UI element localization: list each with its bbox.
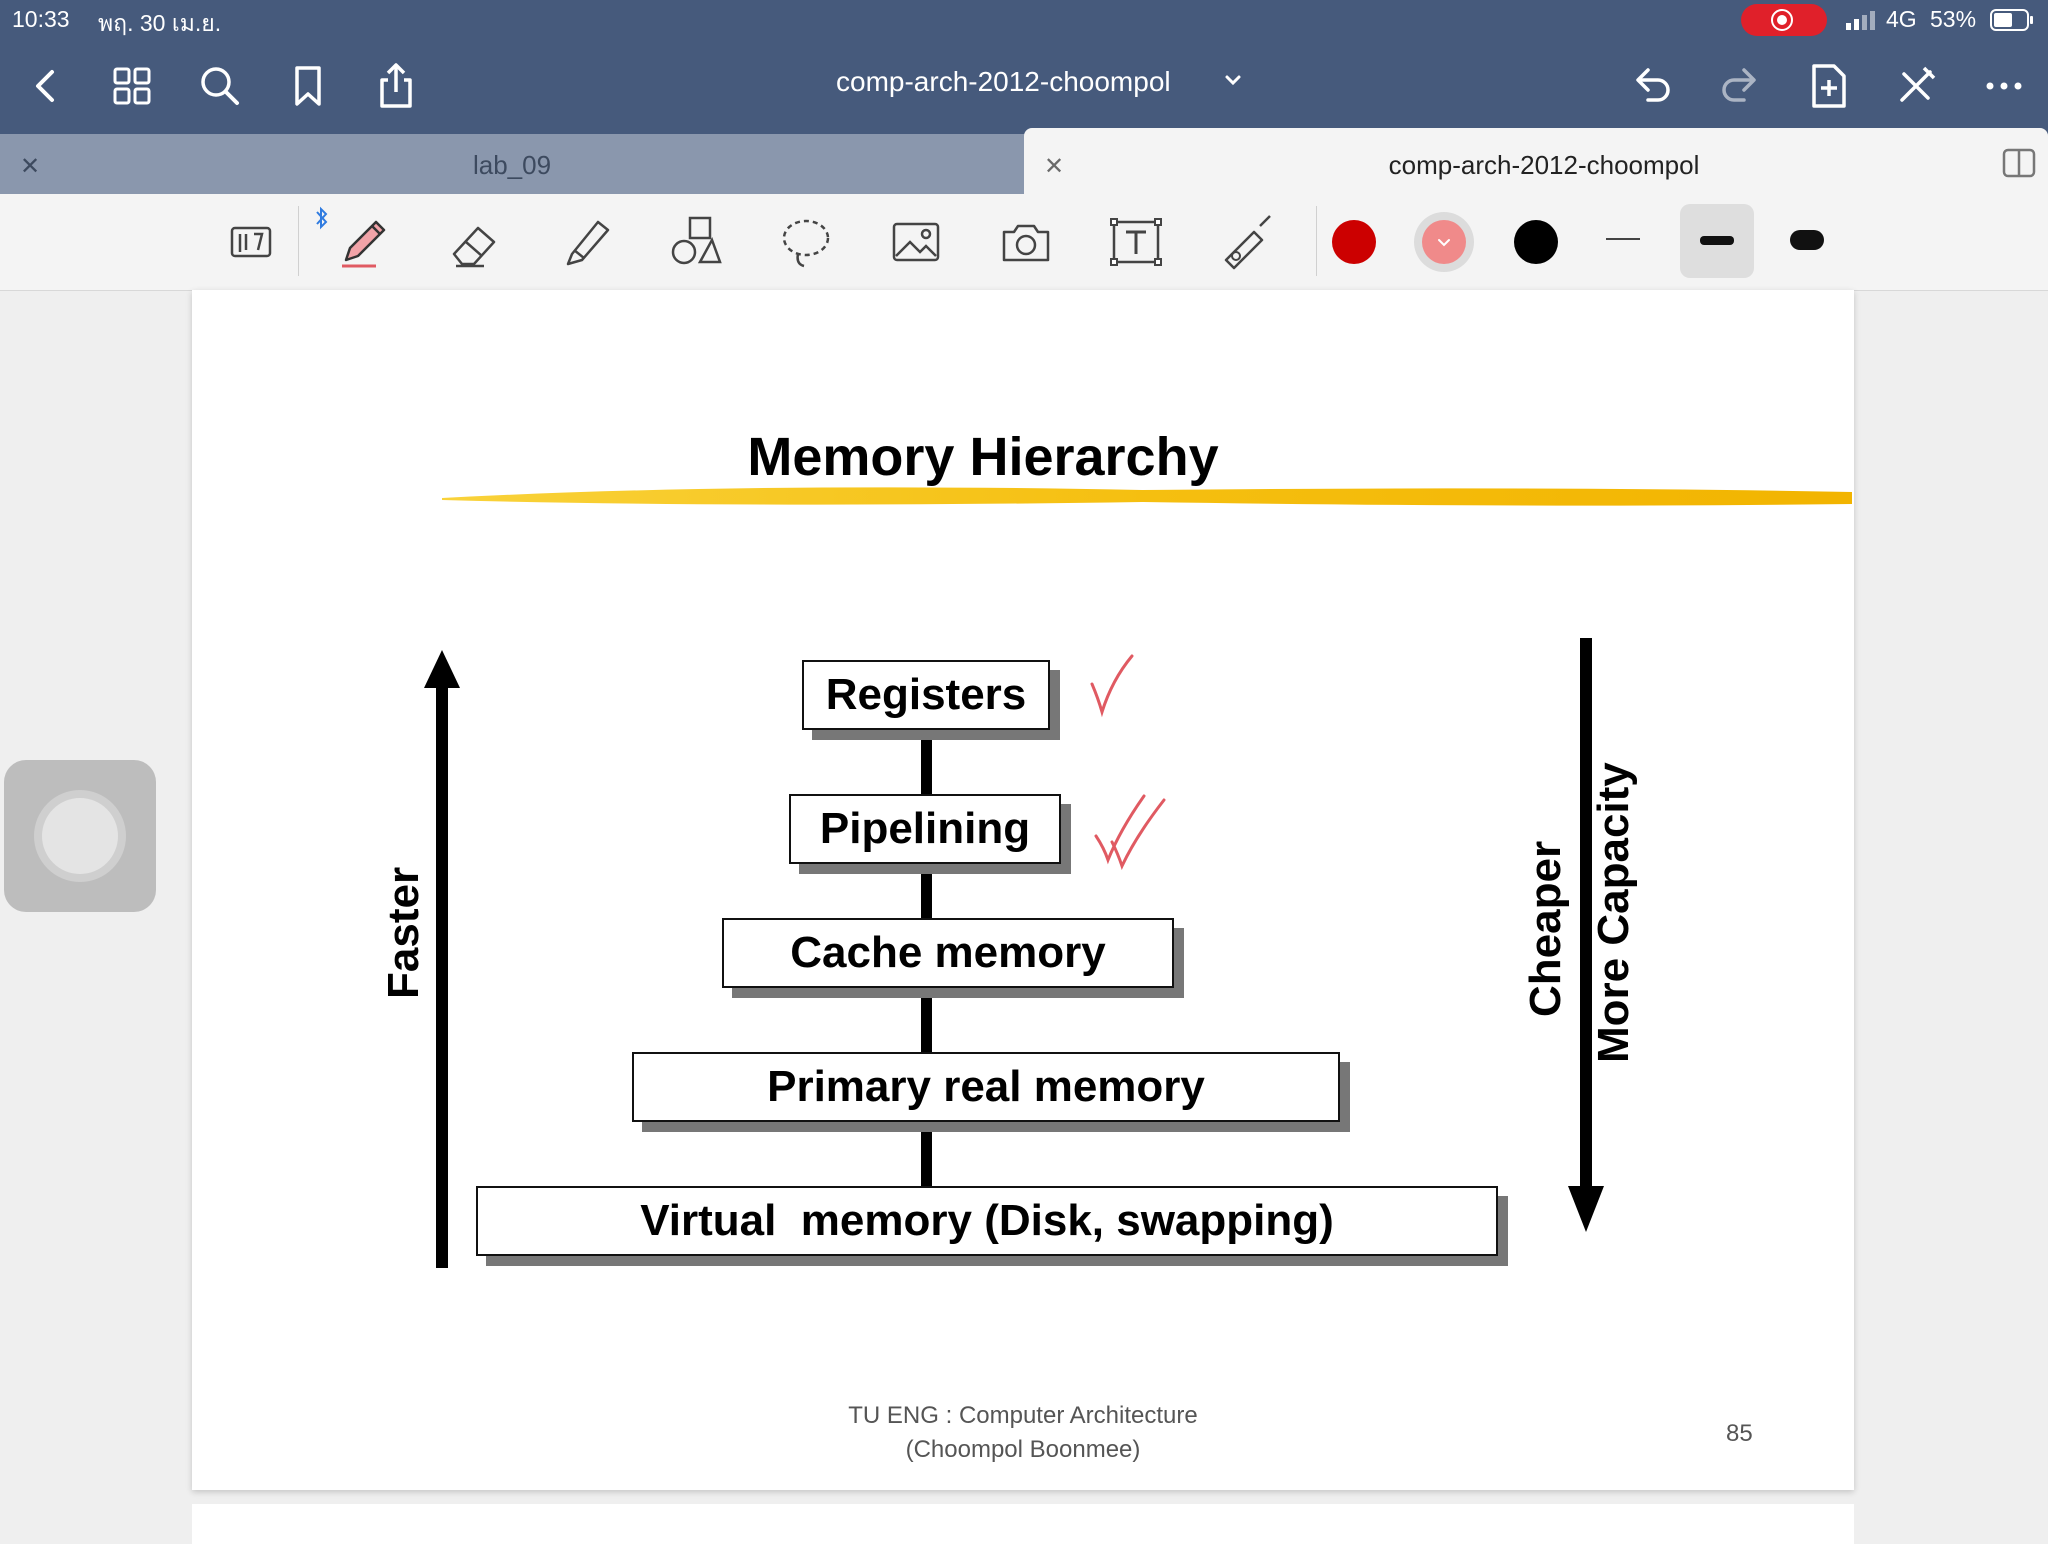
page-number: 85 (1726, 1420, 1753, 1447)
connector-line (921, 986, 932, 1052)
pen-icon (342, 220, 386, 268)
grid-icon (113, 67, 151, 105)
more-button[interactable] (1978, 60, 2030, 112)
add-page-icon (1812, 64, 1846, 108)
level-label: Virtual memory (Disk, swapping) (640, 1196, 1334, 1245)
text-tool[interactable] (1104, 210, 1168, 274)
chevron-down-icon[interactable] (1224, 74, 1242, 88)
highlighter-icon (566, 220, 610, 266)
signal-icon (1846, 11, 1875, 30)
tab-bar: ✕ lab_09 ✕ comp-arch-2012-choompol (0, 128, 2048, 194)
eraser-icon (452, 226, 496, 268)
image-tool[interactable] (884, 210, 948, 274)
image-icon (892, 222, 940, 262)
battery-percentage: 53% (1930, 6, 1977, 32)
level-virtual-memory: Virtual memory (Disk, swapping) (476, 1186, 1498, 1256)
status-date: พฤ. 30 เม.ย. (98, 10, 222, 36)
undo-button[interactable] (1626, 60, 1678, 112)
redo-icon (1722, 68, 1756, 102)
top-bar: 10:33 พฤ. 30 เม.ย. 4G 53% comp-arch-2012… (0, 0, 2048, 134)
level-label: Cache memory (790, 928, 1106, 977)
faster-label: Faster (379, 866, 428, 999)
network-type: 4G (1886, 6, 1917, 32)
assistive-touch-button[interactable] (4, 760, 156, 912)
level-registers: Registers (802, 660, 1050, 730)
laser-pointer-tool[interactable] (1214, 210, 1278, 274)
tab-comp-arch[interactable]: ✕ comp-arch-2012-choompol (1024, 128, 2048, 194)
shapes-tool[interactable] (664, 210, 728, 274)
footer-author: (Choompol Boonmee) (905, 1436, 1141, 1463)
read-mode-icon (230, 226, 272, 258)
bluetooth-icon (316, 206, 328, 230)
level-label: Primary real memory (767, 1062, 1205, 1111)
add-page-button[interactable] (1802, 60, 1854, 112)
tab-label: comp-arch-2012-choompol (1388, 150, 1700, 180)
split-view-icon[interactable] (2002, 148, 2036, 178)
close-pen-icon (1900, 66, 1936, 102)
level-pipelining: Pipelining (789, 794, 1061, 864)
footer-course: TU ENG : Computer Architecture (848, 1402, 1198, 1429)
checkmark-annotation (1090, 654, 1134, 718)
drawing-toolbar (0, 194, 2048, 291)
lasso-icon (782, 219, 830, 268)
laser-pointer-icon (1224, 215, 1271, 270)
level-label: Registers (825, 670, 1027, 719)
connector-line (921, 864, 932, 920)
pen-tool[interactable] (332, 210, 396, 274)
camera-tool[interactable] (994, 210, 1058, 274)
color-swatch-pink[interactable] (1422, 220, 1466, 264)
toolbar-divider (1316, 206, 1317, 276)
shapes-icon (671, 216, 722, 265)
double-checkmark-annotation (1094, 794, 1166, 870)
back-button[interactable] (20, 60, 72, 112)
bookmark-icon (295, 66, 321, 106)
search-icon (201, 67, 239, 105)
tab-label: lab_09 (472, 150, 552, 180)
read-mode-button[interactable] (218, 210, 282, 274)
level-primary-memory: Primary real memory (632, 1052, 1340, 1122)
share-button[interactable] (370, 60, 422, 112)
stroke-medium-selected[interactable] (1680, 204, 1754, 278)
thumbnails-button[interactable] (106, 60, 158, 112)
close-pen-button[interactable] (1890, 60, 1942, 112)
yellow-highlight-stroke (442, 487, 1852, 506)
document-title[interactable]: comp-arch-2012-choompol (836, 66, 1171, 98)
lasso-tool[interactable] (774, 210, 838, 274)
pdf-page[interactable]: Memory Hierarchy Faster Cheaper More Cap… (192, 290, 1854, 1490)
chevron-down-icon (1438, 239, 1450, 247)
camera-icon (1002, 224, 1050, 262)
more-capacity-label: More Capacity (1589, 762, 1638, 1063)
color-swatch-black[interactable] (1514, 220, 1558, 264)
search-button[interactable] (194, 60, 246, 112)
level-label: Pipelining (819, 804, 1031, 853)
connector-line (921, 730, 932, 798)
highlighter-tool[interactable] (554, 210, 618, 274)
undo-icon (1636, 68, 1670, 102)
connector-line (921, 1120, 932, 1186)
stroke-medium-bar (1700, 236, 1734, 245)
cheaper-label: Cheaper (1521, 840, 1570, 1017)
next-page-edge (192, 1504, 1854, 1544)
color-swatch-red[interactable] (1332, 220, 1376, 264)
share-icon (380, 63, 412, 108)
stroke-thin[interactable] (1606, 238, 1640, 240)
redo-button[interactable] (1714, 60, 1766, 112)
battery-icon (1990, 9, 2033, 31)
tab-lab-09[interactable]: ✕ lab_09 (0, 134, 1024, 194)
back-icon (36, 70, 54, 102)
eraser-tool[interactable] (444, 210, 508, 274)
level-cache-memory: Cache memory (722, 918, 1174, 988)
bookmark-button[interactable] (282, 60, 334, 112)
stroke-thick[interactable] (1790, 230, 1824, 250)
more-icon (1986, 82, 2022, 90)
screen-recording-indicator[interactable] (1741, 4, 1827, 36)
status-time: 10:33 (12, 6, 70, 32)
toolbar-divider (298, 206, 299, 276)
text-icon (1110, 218, 1162, 266)
